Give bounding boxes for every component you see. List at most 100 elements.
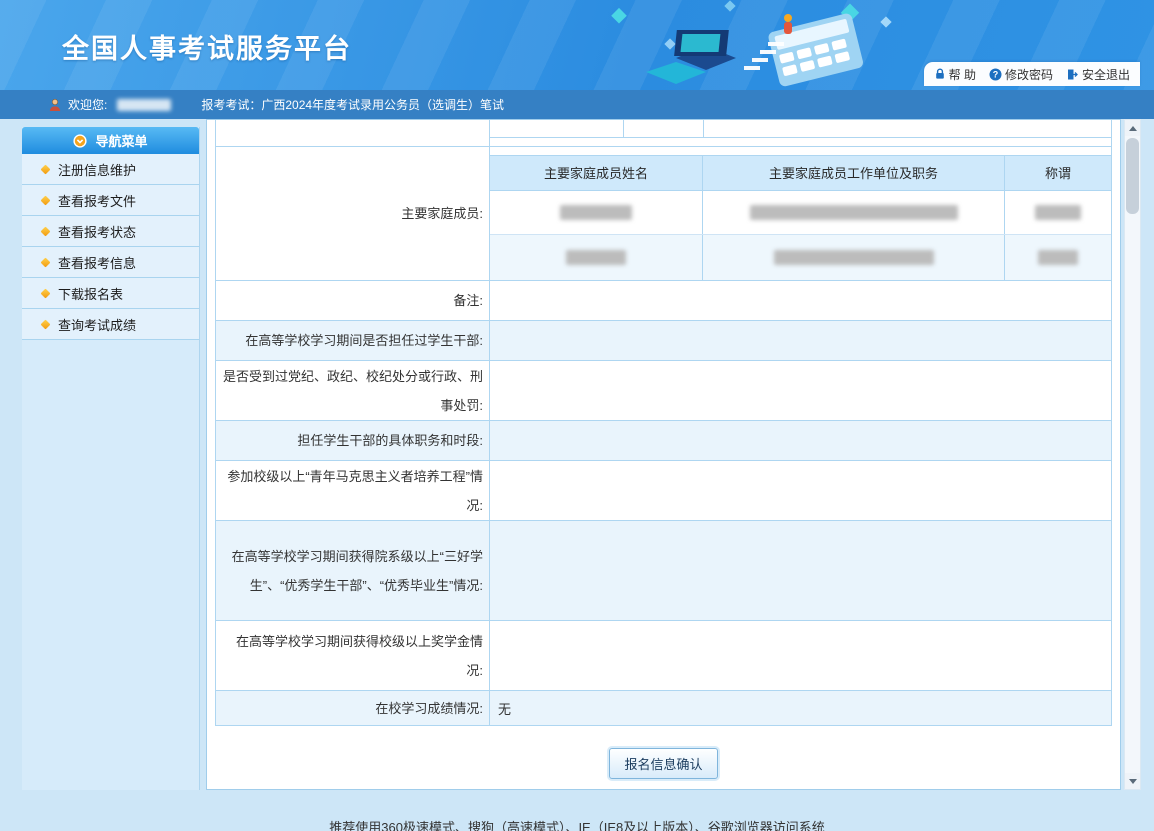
scrollbar-thumb[interactable] [1126, 138, 1139, 214]
registration-form-table: 主要家庭成员: 主要家庭成员姓名 主要家庭成员工作单位及职务 称谓 [215, 120, 1112, 726]
table-row-academic-record: 在校学习成绩情况: 无 [215, 691, 1112, 726]
table-row-cadre-position: 担任学生干部的具体职务和时段: [215, 421, 1112, 461]
change-password-label: 修改密码 [1005, 66, 1053, 83]
nav-menu-header[interactable]: 导航菜单 [22, 127, 199, 154]
family-members-table: 主要家庭成员姓名 主要家庭成员工作单位及职务 称谓 [490, 155, 1111, 280]
sidebar: 导航菜单 注册信息维护 查看报考文件 查看报考状态 查看报考信息 下载报名表 [22, 127, 200, 790]
sidebar-item-label: 注册信息维护 [58, 160, 136, 179]
row-label: 主要家庭成员: [216, 147, 490, 280]
confirm-button-row: 报名信息确认 [215, 748, 1112, 779]
sidebar-item-exam-status[interactable]: 查看报考状态 [22, 216, 199, 247]
family-table-header: 主要家庭成员姓名 主要家庭成员工作单位及职务 称谓 [490, 155, 1111, 191]
arrow-up-icon [1129, 126, 1137, 131]
row-label: 备注: [216, 281, 490, 320]
bullet-icon [41, 164, 51, 174]
row-value [490, 281, 1111, 320]
row-value [490, 461, 1111, 520]
table-row-family: 主要家庭成员: 主要家庭成员姓名 主要家庭成员工作单位及职务 称谓 [215, 147, 1112, 281]
change-password-button[interactable]: ? 修改密码 [989, 66, 1053, 83]
page: 全国人事考试服务平台 帮 助 ? 修改密码 [0, 0, 1154, 831]
sidebar-item-exam-info[interactable]: 查看报考信息 [22, 247, 199, 278]
lock-icon [934, 68, 946, 80]
browser-recommendation: 推荐使用360极速模式、搜狗（高速模式）、IE（IE8及以上版本）、谷歌浏览器访… [329, 817, 825, 831]
app-header: 全国人事考试服务平台 帮 助 ? 修改密码 [0, 0, 1154, 90]
help-button[interactable]: 帮 助 [934, 66, 976, 83]
family-table-row [490, 191, 1111, 236]
partial-divider [490, 137, 1111, 138]
app-title: 全国人事考试服务平台 [62, 27, 352, 66]
row-value: 主要家庭成员姓名 主要家庭成员工作单位及职务 称谓 [490, 147, 1111, 280]
family-col-name: 主要家庭成员姓名 [490, 156, 703, 190]
redacted-name [560, 205, 632, 220]
sidebar-item-register-info[interactable]: 注册信息维护 [22, 154, 199, 185]
bullet-icon [41, 288, 51, 298]
redacted-name [566, 250, 626, 265]
redacted-unit [750, 205, 958, 220]
arrow-down-icon [1129, 779, 1137, 784]
nav-menu-icon [73, 134, 87, 148]
header-illustration [606, 0, 916, 90]
redacted-relation [1038, 250, 1078, 265]
confirm-registration-button[interactable]: 报名信息确认 [609, 748, 717, 779]
bullet-icon [41, 226, 51, 236]
sidebar-item-label: 查看报考文件 [58, 191, 136, 210]
sidebar-item-query-scores[interactable]: 查询考试成绩 [22, 309, 199, 340]
row-value [490, 521, 1111, 620]
row-label: 参加校级以上“青年马克思主义者培养工程”情况: [216, 461, 490, 520]
svg-text:?: ? [993, 69, 999, 79]
row-value [490, 120, 1111, 146]
welcome-label: 欢迎您: [68, 96, 107, 113]
row-label [216, 120, 490, 146]
table-row-student-cadre: 在高等学校学习期间是否担任过学生干部: [215, 321, 1112, 361]
page-footer: 推荐使用360极速模式、搜狗（高速模式）、IE（IE8及以上版本）、谷歌浏览器访… [0, 790, 1154, 831]
row-label: 担任学生干部的具体职务和时段: [216, 421, 490, 460]
redacted-relation [1035, 205, 1081, 220]
table-row-marxist-program: 参加校级以上“青年马克思主义者培养工程”情况: [215, 461, 1112, 521]
bullet-icon [41, 319, 51, 329]
user-bar: 欢迎您: 报考考试：广西2024年度考试录用公务员（选调生）笔试 [0, 90, 1154, 119]
row-label: 在高等学校学习期间获得校级以上奖学金情况: [216, 621, 490, 690]
row-label: 在高等学校学习期间是否担任过学生干部: [216, 321, 490, 360]
sidebar-item-download-form[interactable]: 下载报名表 [22, 278, 199, 309]
scroll-down-button[interactable] [1125, 773, 1140, 789]
family-table-row [490, 235, 1111, 280]
row-value [490, 321, 1111, 360]
sidebar-item-exam-files[interactable]: 查看报考文件 [22, 185, 199, 216]
table-row-partial [215, 120, 1112, 147]
nav-menu-title: 导航菜单 [95, 131, 147, 150]
sidebar-filler [22, 340, 199, 790]
help-label: 帮 助 [949, 66, 976, 83]
user-icon [48, 98, 62, 112]
exam-title: 报考考试：广西2024年度考试录用公务员（选调生）笔试 [201, 96, 504, 113]
bullet-icon [41, 195, 51, 205]
question-icon: ? [989, 68, 1002, 81]
redacted-username [117, 99, 171, 111]
sidebar-item-label: 查看报考信息 [58, 253, 136, 272]
table-row-punishment: 是否受到过党纪、政纪、校纪处分或行政、刑事处罚: [215, 361, 1112, 421]
logout-button[interactable]: 安全退出 [1066, 66, 1130, 83]
bullet-icon [41, 257, 51, 267]
row-value: 无 [490, 691, 1111, 725]
content-area: 导航菜单 注册信息维护 查看报考文件 查看报考状态 查看报考信息 下载报名表 [0, 119, 1154, 790]
sidebar-item-label: 查询考试成绩 [58, 315, 136, 334]
row-label: 在校学习成绩情况: [216, 691, 490, 725]
redacted-unit [774, 250, 934, 265]
sidebar-item-label: 下载报名表 [58, 284, 123, 303]
scroll-up-button[interactable] [1125, 120, 1140, 136]
partial-divider [623, 120, 624, 137]
table-row-remarks: 备注: [215, 281, 1112, 321]
row-label: 在高等学校学习期间获得院系级以上“三好学生”、“优秀学生干部”、“优秀毕业生”情… [216, 521, 490, 620]
row-label: 是否受到过党纪、政纪、校纪处分或行政、刑事处罚: [216, 361, 490, 420]
exit-icon [1066, 68, 1079, 81]
family-col-relation: 称谓 [1005, 156, 1111, 190]
partial-divider [703, 120, 704, 137]
main-panel: 主要家庭成员: 主要家庭成员姓名 主要家庭成员工作单位及职务 称谓 [206, 119, 1121, 790]
header-actions: 帮 助 ? 修改密码 安全退出 [924, 62, 1140, 86]
logout-label: 安全退出 [1082, 66, 1130, 83]
table-row-scholarship: 在高等学校学习期间获得校级以上奖学金情况: [215, 621, 1112, 691]
vertical-scrollbar[interactable] [1124, 119, 1141, 790]
row-value [490, 621, 1111, 690]
sidebar-item-label: 查看报考状态 [58, 222, 136, 241]
table-row-honors: 在高等学校学习期间获得院系级以上“三好学生”、“优秀学生干部”、“优秀毕业生”情… [215, 521, 1112, 621]
row-value [490, 421, 1111, 460]
